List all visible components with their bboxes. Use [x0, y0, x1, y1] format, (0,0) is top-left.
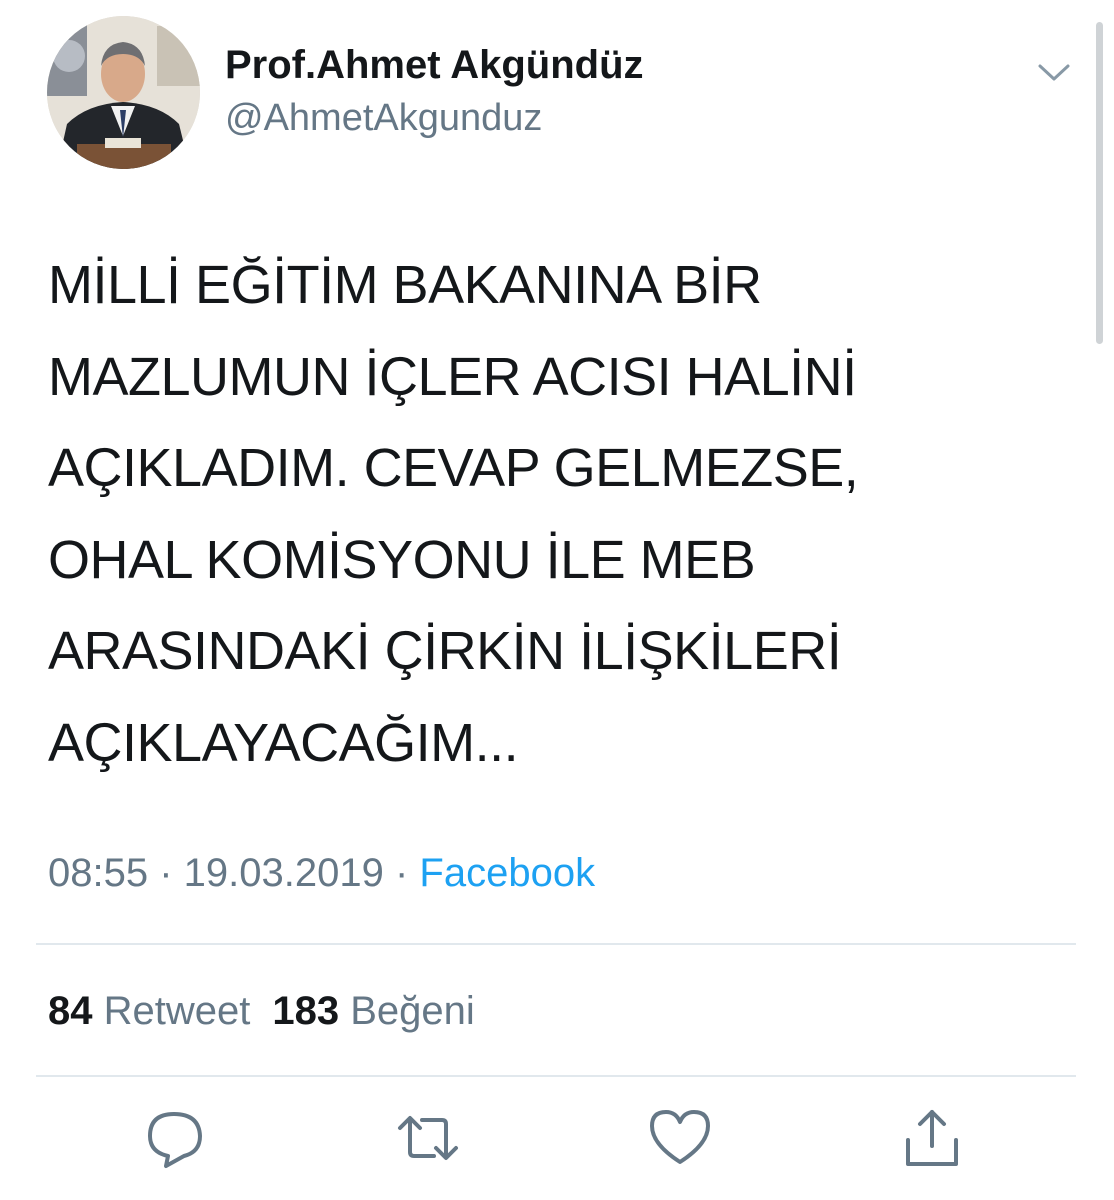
tweet-date: 19.03.2019	[183, 851, 384, 895]
retweet-count: 84	[48, 989, 93, 1033]
tweet-time: 08:55	[48, 851, 149, 895]
like-stat[interactable]: 183 Beğeni	[272, 989, 474, 1033]
tweet-source-link[interactable]: Facebook	[419, 851, 595, 895]
user-handle[interactable]: @AhmetAkgunduz	[225, 94, 542, 142]
tweet-meta: 08:55 · 19.03.2019 · Facebook	[48, 846, 595, 900]
retweet-icon[interactable]	[396, 1106, 460, 1170]
share-icon[interactable]	[900, 1106, 964, 1170]
display-name[interactable]: Prof.Ahmet Akgündüz	[225, 40, 644, 90]
reply-icon[interactable]	[144, 1106, 208, 1170]
heart-icon[interactable]	[648, 1106, 712, 1170]
scrollbar[interactable]	[1096, 22, 1103, 344]
tweet: Prof.Ahmet Akgündüz @AhmetAkgunduz MİLLİ…	[0, 0, 1114, 1200]
meta-separator: ·	[148, 851, 184, 895]
retweet-stat[interactable]: 84 Retweet	[48, 989, 250, 1033]
like-label: Beğeni	[350, 989, 475, 1033]
divider	[36, 1075, 1076, 1077]
divider	[36, 943, 1076, 945]
meta-separator: ·	[383, 851, 420, 895]
tweet-stats: 84 Retweet 183 Beğeni	[48, 984, 475, 1038]
tweet-text: MİLLİ EĞİTİM BAKANINA BİR MAZLUMUN İÇLER…	[48, 255, 859, 773]
retweet-label: Retweet	[103, 989, 251, 1033]
like-count: 183	[272, 989, 340, 1033]
avatar[interactable]	[47, 16, 200, 169]
chevron-down-icon[interactable]	[1030, 52, 1078, 92]
